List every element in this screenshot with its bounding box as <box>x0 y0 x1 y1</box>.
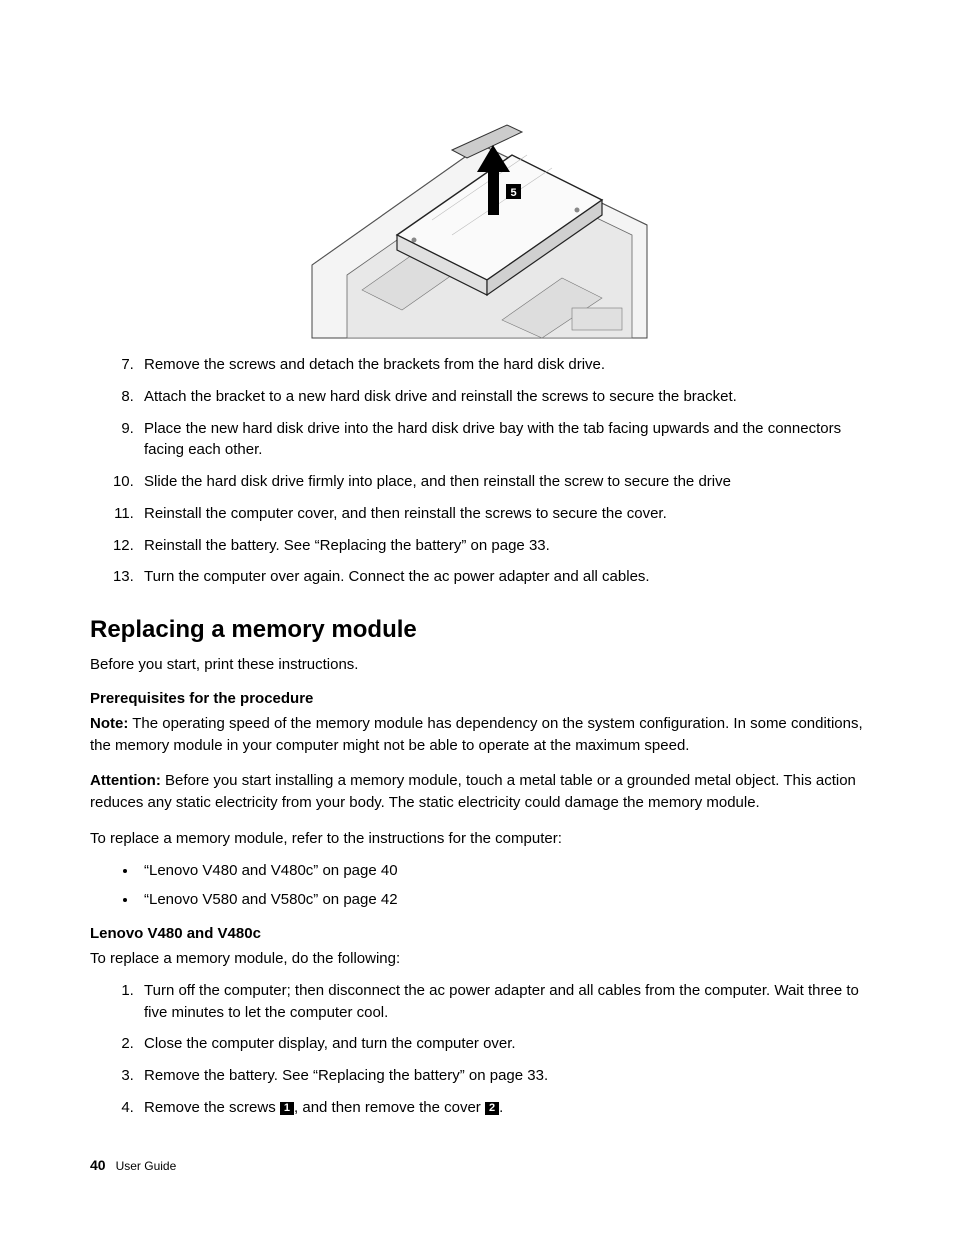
figure-callout-5: 5 <box>510 187 516 199</box>
refer-text: To replace a memory module, refer to the… <box>90 828 864 850</box>
bstep-2: Close the computer display, and turn the… <box>138 1033 864 1055</box>
intro-text: Before you start, print these instructio… <box>90 654 864 676</box>
steps-list-bottom: Turn off the computer; then disconnect t… <box>90 980 864 1119</box>
model-heading: Lenovo V480 and V480c <box>90 925 864 942</box>
step-9: Place the new hard disk drive into the h… <box>138 418 864 462</box>
ref-v580: “Lenovo V580 and V580c” on page 42 <box>138 889 864 911</box>
step-11: Reinstall the computer cover, and then r… <box>138 503 864 525</box>
bstep4-pre: Remove the screws <box>144 1099 280 1116</box>
step-13: Turn the computer over again. Connect th… <box>138 566 864 588</box>
section-heading: Replacing a memory module <box>90 616 864 644</box>
callout-badge-1: 1 <box>280 1102 294 1115</box>
attention-paragraph: Attention: Before you start installing a… <box>90 770 864 814</box>
note-paragraph: Note: The operating speed of the memory … <box>90 713 864 757</box>
attention-label: Attention: <box>90 772 161 789</box>
step-7: Remove the screws and detach the bracket… <box>138 354 864 376</box>
bstep-4: Remove the screws 1, and then remove the… <box>138 1097 864 1119</box>
note-text: The operating speed of the memory module… <box>90 715 863 754</box>
prereq-heading: Prerequisites for the procedure <box>90 690 864 707</box>
page-number: 40 <box>90 1157 106 1173</box>
ref-v480: “Lenovo V480 and V480c” on page 40 <box>138 860 864 882</box>
step-10: Slide the hard disk drive firmly into pl… <box>138 471 864 493</box>
footer-label: User Guide <box>116 1159 177 1173</box>
step-8: Attach the bracket to a new hard disk dr… <box>138 386 864 408</box>
model-reference-list: “Lenovo V480 and V480c” on page 40 “Leno… <box>90 860 864 912</box>
callout-badge-2: 2 <box>485 1102 499 1115</box>
step-12: Reinstall the battery. See “Replacing th… <box>138 535 864 557</box>
bstep4-post: . <box>499 1099 503 1116</box>
attention-text: Before you start installing a memory mod… <box>90 772 856 811</box>
hdd-removal-illustration: 5 <box>302 90 652 340</box>
note-label: Note: <box>90 715 128 732</box>
steps-list-top: Remove the screws and detach the bracket… <box>90 354 864 588</box>
page: 5 Remove the screws and detach the brack… <box>0 0 954 1235</box>
bstep-1: Turn off the computer; then disconnect t… <box>138 980 864 1024</box>
page-footer: 40 User Guide <box>90 1157 176 1173</box>
figure-container: 5 <box>90 90 864 340</box>
bstep-3: Remove the battery. See “Replacing the b… <box>138 1065 864 1087</box>
bstep4-mid: , and then remove the cover <box>294 1099 485 1116</box>
model-intro: To replace a memory module, do the follo… <box>90 948 864 970</box>
